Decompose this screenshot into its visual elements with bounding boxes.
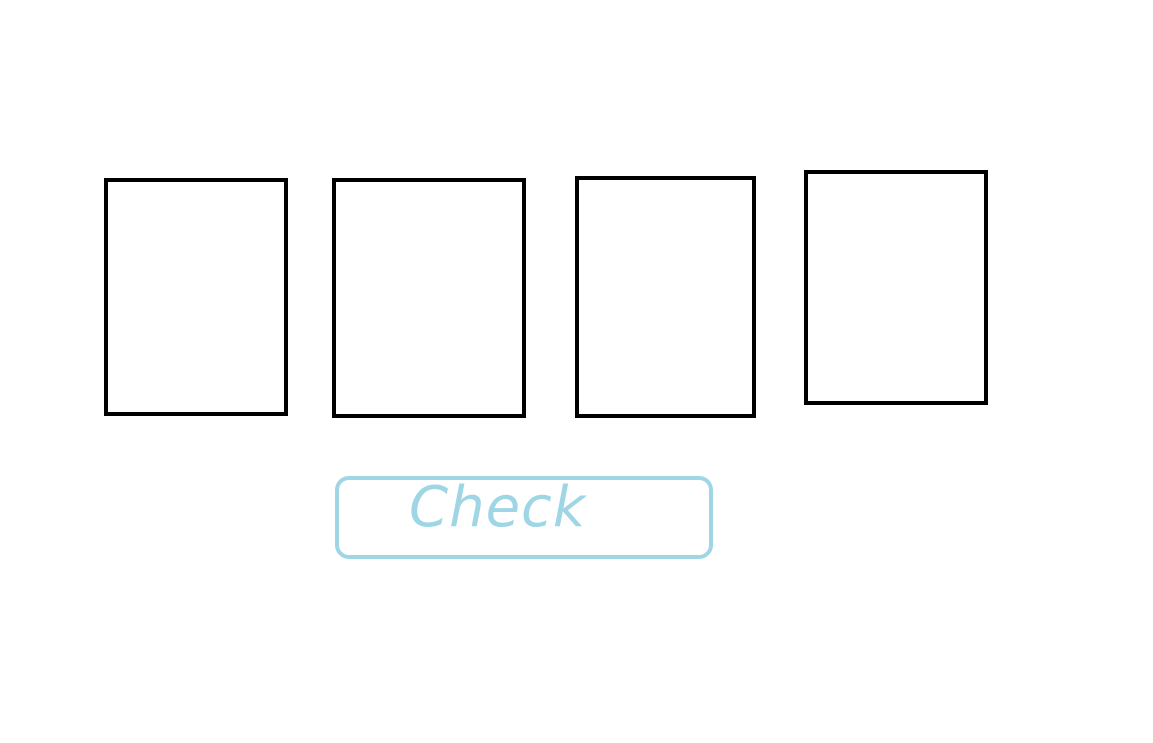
check-button-label: Check [409, 475, 587, 540]
game-canvas: Check [0, 0, 1153, 743]
card-slot-3[interactable] [575, 176, 756, 418]
card-slot-1[interactable] [104, 178, 288, 416]
card-slot-4[interactable] [804, 170, 988, 405]
check-button[interactable]: Check [335, 476, 713, 559]
card-slot-2[interactable] [332, 178, 526, 418]
